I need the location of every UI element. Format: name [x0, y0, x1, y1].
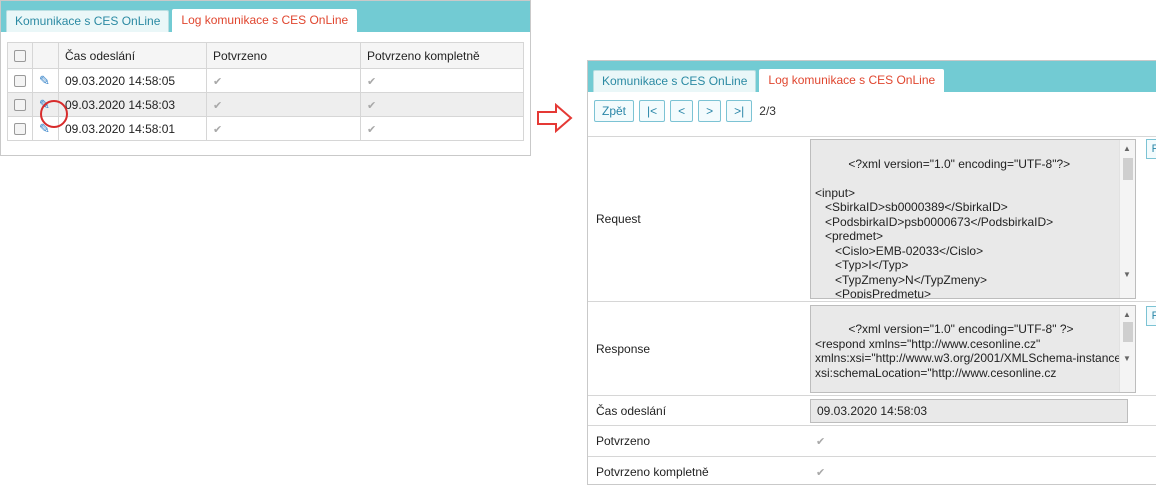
checkmark-icon: ✔: [367, 99, 377, 112]
scroll-up-icon[interactable]: ▲: [1123, 142, 1131, 157]
record-navigation: Zpět |< < > >| 2/3: [594, 100, 776, 122]
confirmed-complete-cell: ✔: [360, 92, 524, 117]
response-textarea[interactable]: <?xml version="1.0" encoding="UTF-8" ?> …: [810, 304, 1136, 393]
confirmed-cell: ✔: [206, 92, 361, 117]
tab-komunikace[interactable]: Komunikace s CES OnLine: [593, 70, 757, 92]
log-grid-panel: Komunikace s CES OnLine Log komunikace s…: [0, 0, 531, 156]
request-scrollbar[interactable]: ▲ ▼: [1119, 140, 1135, 298]
confirmed-cell: ✔: [206, 116, 361, 141]
sent-time-cell: 09.03.2020 14:58:03: [58, 92, 207, 117]
confirmed-cell: ✔: [802, 425, 1156, 457]
tab-komunikace[interactable]: Komunikace s CES OnLine: [6, 10, 170, 32]
row-checkbox[interactable]: [14, 123, 26, 136]
confirmed-row: Potvrzeno ✔: [588, 425, 1156, 457]
scroll-down-icon[interactable]: ▼: [1123, 268, 1131, 283]
confirmed-cell: ✔: [206, 68, 361, 93]
table-row[interactable]: ✎ 09.03.2020 14:58:01 ✔ ✔: [7, 116, 524, 141]
confirmed-label: Potvrzeno: [588, 425, 802, 457]
row-select-cell[interactable]: [7, 92, 33, 117]
confirmed-complete-cell: ✔: [360, 68, 524, 93]
checkmark-icon: ✔: [213, 75, 223, 88]
row-select-cell[interactable]: [7, 116, 33, 141]
detail-form: Request <?xml version="1.0" encoding="UT…: [588, 136, 1156, 488]
last-record-button[interactable]: >|: [726, 100, 753, 122]
column-header-confirmed-complete[interactable]: Potvrzeno kompletně: [360, 42, 524, 69]
edit-column-header: [32, 42, 59, 69]
checkmark-icon: ✔: [367, 75, 377, 88]
checkmark-icon: ✔: [213, 123, 223, 136]
format-response-button[interactable]: F: [1146, 306, 1156, 326]
tab-bar: Komunikace s CES OnLine Log komunikace s…: [588, 61, 1156, 92]
scrollbar-thumb[interactable]: [1123, 321, 1133, 342]
request-label: Request: [588, 136, 802, 302]
page-indicator: 2/3: [759, 104, 776, 118]
confirmed-complete-cell: ✔: [360, 116, 524, 141]
previous-record-button[interactable]: <: [670, 100, 694, 122]
checkmark-icon: ✔: [213, 99, 223, 112]
sent-time-row: Čas odeslání 09.03.2020 14:58:03: [588, 395, 1156, 426]
row-select-cell[interactable]: [7, 68, 33, 93]
first-record-button[interactable]: |<: [639, 100, 666, 122]
back-button[interactable]: Zpět: [594, 100, 635, 122]
request-row: Request <?xml version="1.0" encoding="UT…: [588, 136, 1156, 302]
response-row: Response <?xml version="1.0" encoding="U…: [588, 301, 1156, 396]
request-cell: <?xml version="1.0" encoding="UTF-8"?> <…: [802, 136, 1156, 302]
highlight-circle: [40, 100, 68, 128]
format-request-button[interactable]: F: [1146, 139, 1156, 159]
confirmed-complete-cell: ✔: [802, 456, 1156, 488]
table-header-row: Čas odeslání Potvrzeno Potvrzeno komplet…: [7, 42, 524, 69]
sent-time-label: Čas odeslání: [588, 395, 802, 426]
sent-time-field[interactable]: 09.03.2020 14:58:03: [810, 398, 1128, 423]
scroll-down-icon[interactable]: ▼: [1123, 352, 1131, 367]
checkmark-icon: ✔: [367, 123, 377, 136]
table-row[interactable]: ✎ 09.03.2020 14:58:05 ✔ ✔: [7, 68, 524, 93]
row-checkbox[interactable]: [14, 99, 26, 112]
scrollbar-thumb[interactable]: [1123, 158, 1133, 180]
tab-bar: Komunikace s CES OnLine Log komunikace s…: [1, 1, 530, 32]
column-header-sent-time[interactable]: Čas odeslání: [58, 42, 207, 69]
scroll-up-icon[interactable]: ▲: [1123, 308, 1131, 323]
table-row[interactable]: ✎ 09.03.2020 14:58:03 ✔ ✔: [7, 92, 524, 117]
tab-log-komunikace[interactable]: Log komunikace s CES OnLine: [172, 9, 358, 32]
pencil-icon[interactable]: ✎: [39, 73, 50, 88]
sent-time-cell: 09.03.2020 14:58:01: [58, 116, 207, 141]
confirmed-complete-label: Potvrzeno kompletně: [588, 456, 802, 488]
edit-cell[interactable]: ✎: [32, 68, 59, 93]
request-textarea[interactable]: <?xml version="1.0" encoding="UTF-8"?> <…: [810, 139, 1136, 299]
column-header-confirmed[interactable]: Potvrzeno: [206, 42, 361, 69]
checkmark-icon: ✔: [816, 467, 826, 480]
log-table: Čas odeslání Potvrzeno Potvrzeno komplet…: [7, 42, 524, 141]
right-arrow-icon: [537, 103, 573, 133]
response-cell: <?xml version="1.0" encoding="UTF-8" ?> …: [802, 301, 1156, 396]
row-checkbox[interactable]: [14, 75, 26, 88]
next-record-button[interactable]: >: [698, 100, 722, 122]
log-detail-panel: Komunikace s CES OnLine Log komunikace s…: [587, 60, 1156, 488]
sent-time-cell: 09.03.2020 14:58:05: [58, 68, 207, 93]
request-xml-text: <?xml version="1.0" encoding="UTF-8"?> <…: [815, 156, 1071, 299]
sent-time-cell: 09.03.2020 14:58:03: [802, 395, 1156, 426]
select-all-checkbox[interactable]: [14, 50, 26, 63]
checkmark-icon: ✔: [816, 436, 826, 448]
response-scrollbar[interactable]: ▲ ▼: [1119, 305, 1135, 392]
tab-log-komunikace[interactable]: Log komunikace s CES OnLine: [759, 69, 945, 92]
confirmed-complete-row: Potvrzeno kompletně ✔: [588, 456, 1156, 488]
response-label: Response: [588, 301, 802, 396]
select-all-header[interactable]: [7, 42, 33, 69]
response-xml-text: <?xml version="1.0" encoding="UTF-8" ?> …: [815, 322, 1126, 380]
